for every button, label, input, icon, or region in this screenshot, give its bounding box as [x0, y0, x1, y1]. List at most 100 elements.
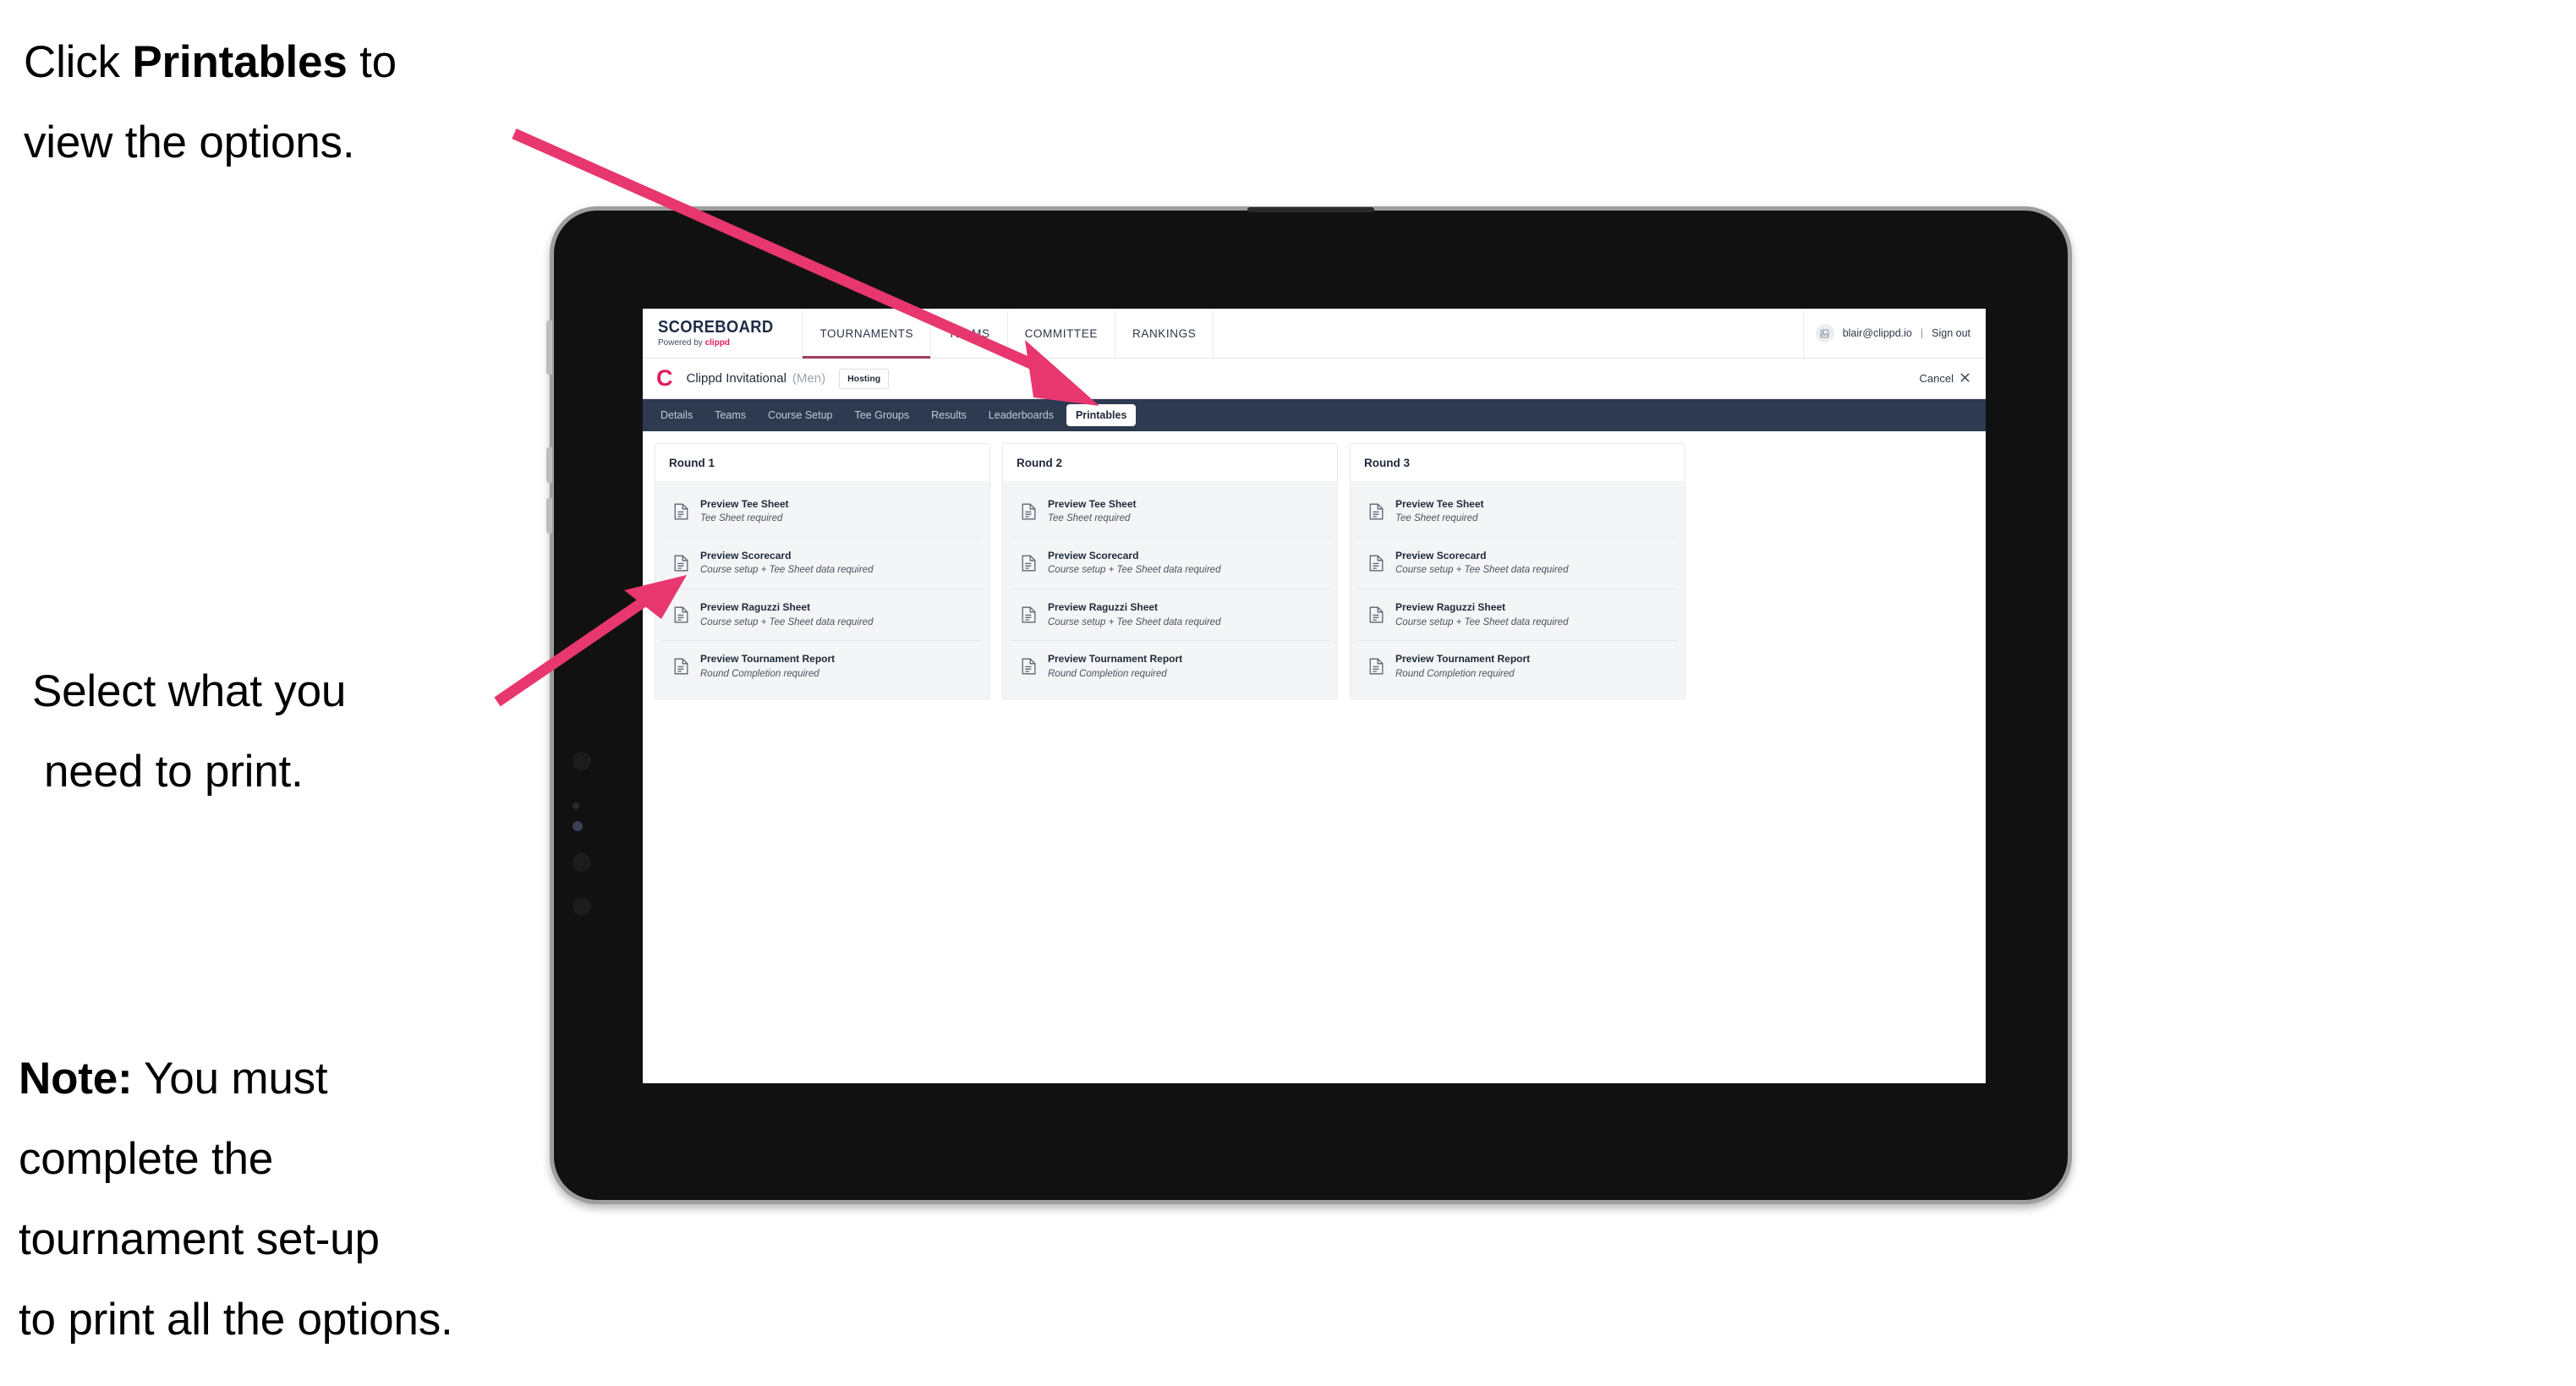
annotation-3-line4: to print all the options.	[19, 1295, 453, 1345]
annotation-click-printables: Click Printables to view the options.	[24, 22, 582, 183]
close-icon	[1959, 372, 1970, 386]
printable-row-tournament-report[interactable]: Preview Tournament Report Round Completi…	[662, 641, 983, 692]
cancel-button-label: Cancel	[1919, 372, 1954, 385]
nav-item-rankings[interactable]: RANKINGS	[1115, 309, 1214, 358]
nav-item-committee[interactable]: COMMITTEE	[1008, 309, 1115, 358]
printable-subtitle: Course setup + Tee Sheet data required	[1395, 616, 1569, 627]
annotation-1-post: to	[347, 37, 397, 87]
nav-item-teams[interactable]: TEAMS	[931, 309, 1008, 358]
printable-subtitle: Course setup + Tee Sheet data required	[1395, 565, 1569, 576]
printable-text: Preview Tournament Report Round Completi…	[1395, 652, 1530, 681]
annotation-1-bold: Printables	[132, 37, 348, 87]
tab-results[interactable]: Results	[922, 404, 976, 426]
tab-teams[interactable]: Teams	[705, 404, 755, 426]
section-tab-bar: Details Teams Course Setup Tee Groups Re…	[643, 399, 1986, 431]
printable-row-raguzzi-sheet[interactable]: Preview Raguzzi Sheet Course setup + Tee…	[1010, 589, 1330, 642]
printable-title: Preview Raguzzi Sheet	[1395, 601, 1506, 614]
device-volume-down-button	[546, 498, 552, 534]
printable-subtitle: Round Completion required	[1048, 668, 1167, 679]
round-2-title: Round 2	[1003, 444, 1337, 481]
tab-tee-groups[interactable]: Tee Groups	[845, 404, 918, 426]
printable-title: Preview Raguzzi Sheet	[1048, 601, 1159, 614]
printable-subtitle: Tee Sheet required	[1048, 513, 1131, 524]
device-bezel-dot	[573, 803, 579, 809]
document-icon	[1369, 503, 1384, 520]
tab-details[interactable]: Details	[651, 404, 702, 426]
round-3-items: Preview Tee Sheet Tee Sheet required Pre…	[1351, 481, 1685, 699]
printable-title: Preview Tee Sheet	[1395, 498, 1484, 510]
tab-teams-label: Teams	[715, 409, 747, 421]
round-column-1: Round 1 Preview Tee Sheet Tee Sheet requ…	[655, 443, 990, 700]
document-icon	[1369, 606, 1384, 623]
nav-item-rankings-label: RANKINGS	[1132, 326, 1197, 340]
document-icon	[674, 555, 688, 572]
printable-subtitle: Tee Sheet required	[700, 513, 783, 524]
status-badge: Hosting	[839, 368, 890, 389]
printable-subtitle: Course setup + Tee Sheet data required	[1048, 565, 1221, 576]
cancel-button[interactable]: Cancel	[1920, 372, 1970, 386]
user-avatar-icon[interactable]	[1815, 324, 1834, 342]
printable-title: Preview Tee Sheet	[1048, 498, 1137, 510]
printable-row-tee-sheet[interactable]: Preview Tee Sheet Tee Sheet required	[1357, 486, 1678, 539]
device-bezel-dot	[573, 752, 591, 770]
printable-text: Preview Raguzzi Sheet Course setup + Tee…	[1048, 600, 1220, 629]
printable-text: Preview Tournament Report Round Completi…	[700, 652, 835, 681]
topnav-spacer	[1214, 309, 1804, 358]
document-icon	[674, 503, 688, 520]
brand-wordmark: SCOREBOARD	[658, 318, 774, 337]
printable-row-raguzzi-sheet[interactable]: Preview Raguzzi Sheet Course setup + Tee…	[1357, 589, 1678, 642]
brand-tagline-pre: Powered by	[658, 338, 705, 348]
annotation-select-print: Select what you need to print.	[32, 651, 556, 812]
user-separator: |	[1920, 327, 1924, 339]
printable-text: Preview Raguzzi Sheet Course setup + Tee…	[1395, 600, 1568, 629]
printable-subtitle: Round Completion required	[700, 668, 819, 679]
printable-title: Preview Tee Sheet	[700, 498, 789, 510]
annotation-3-line1: You must	[132, 1054, 328, 1104]
brand-tagline-clippd: clippd	[704, 338, 731, 348]
screenshot-canvas: Click Printables to view the options. Se…	[0, 0, 2576, 1386]
printable-row-scorecard[interactable]: Preview Scorecard Course setup + Tee She…	[1357, 538, 1678, 590]
round-column-2: Round 2 Preview Tee Sheet Tee Sheet requ…	[1002, 443, 1338, 700]
printable-row-tournament-report[interactable]: Preview Tournament Report Round Completi…	[1010, 641, 1330, 692]
printable-row-tournament-report[interactable]: Preview Tournament Report Round Completi…	[1357, 641, 1678, 692]
tablet-device-frame: SCOREBOARD Powered by clippd TOURNAMENTS…	[546, 206, 2072, 1204]
tab-course-setup-label: Course Setup	[768, 409, 833, 421]
printable-subtitle: Round Completion required	[1395, 668, 1515, 679]
nav-item-committee-label: COMMITTEE	[1024, 326, 1098, 340]
annotation-1-pre: Click	[24, 37, 133, 87]
sign-out-button[interactable]: Sign out	[1932, 327, 1970, 339]
nav-item-tournaments-label: TOURNAMENTS	[819, 326, 914, 340]
printable-text: Preview Tournament Report Round Completi…	[1048, 652, 1182, 681]
tab-printables-label: Printables	[1075, 409, 1127, 421]
nav-item-teams-label: TEAMS	[948, 326, 990, 340]
scoreboard-logo[interactable]: SCOREBOARD Powered by clippd	[643, 309, 803, 358]
tab-printables[interactable]: Printables	[1066, 404, 1137, 426]
user-account-area: blair@clippd.io | Sign out	[1804, 309, 1986, 358]
tab-leaderboards[interactable]: Leaderboards	[979, 404, 1063, 426]
printable-row-scorecard[interactable]: Preview Scorecard Course setup + Tee She…	[662, 538, 983, 590]
nav-item-tournaments[interactable]: TOURNAMENTS	[803, 309, 932, 359]
printable-row-tee-sheet[interactable]: Preview Tee Sheet Tee Sheet required	[1010, 486, 1330, 539]
device-bezel-dot	[573, 897, 591, 916]
document-icon	[674, 658, 688, 675]
top-navigation-bar: SCOREBOARD Powered by clippd TOURNAMENTS…	[643, 309, 1986, 359]
annotation-3-bold: Note:	[19, 1054, 133, 1104]
tab-course-setup[interactable]: Course Setup	[759, 404, 841, 426]
printable-title: Preview Raguzzi Sheet	[700, 601, 811, 614]
device-speaker	[1247, 207, 1374, 212]
printable-title: Preview Scorecard	[700, 550, 792, 562]
printables-content: Round 1 Preview Tee Sheet Tee Sheet requ…	[643, 431, 1986, 1083]
device-power-button	[546, 320, 552, 375]
document-icon	[1022, 658, 1036, 675]
printable-row-tee-sheet[interactable]: Preview Tee Sheet Tee Sheet required	[662, 486, 983, 539]
round-1-items: Preview Tee Sheet Tee Sheet required Pre…	[655, 481, 989, 699]
printable-subtitle: Course setup + Tee Sheet data required	[700, 565, 874, 576]
document-icon	[1022, 606, 1036, 623]
app-screen: SCOREBOARD Powered by clippd TOURNAMENTS…	[643, 309, 1986, 1083]
printable-title: Preview Scorecard	[1048, 550, 1139, 562]
annotation-2-line1: Select what you	[32, 666, 347, 716]
printable-row-scorecard[interactable]: Preview Scorecard Course setup + Tee She…	[1010, 538, 1330, 590]
annotation-1-line2: view the options.	[24, 118, 355, 167]
printable-row-raguzzi-sheet[interactable]: Preview Raguzzi Sheet Course setup + Tee…	[662, 589, 983, 642]
tournament-gender: (Men)	[792, 371, 826, 386]
